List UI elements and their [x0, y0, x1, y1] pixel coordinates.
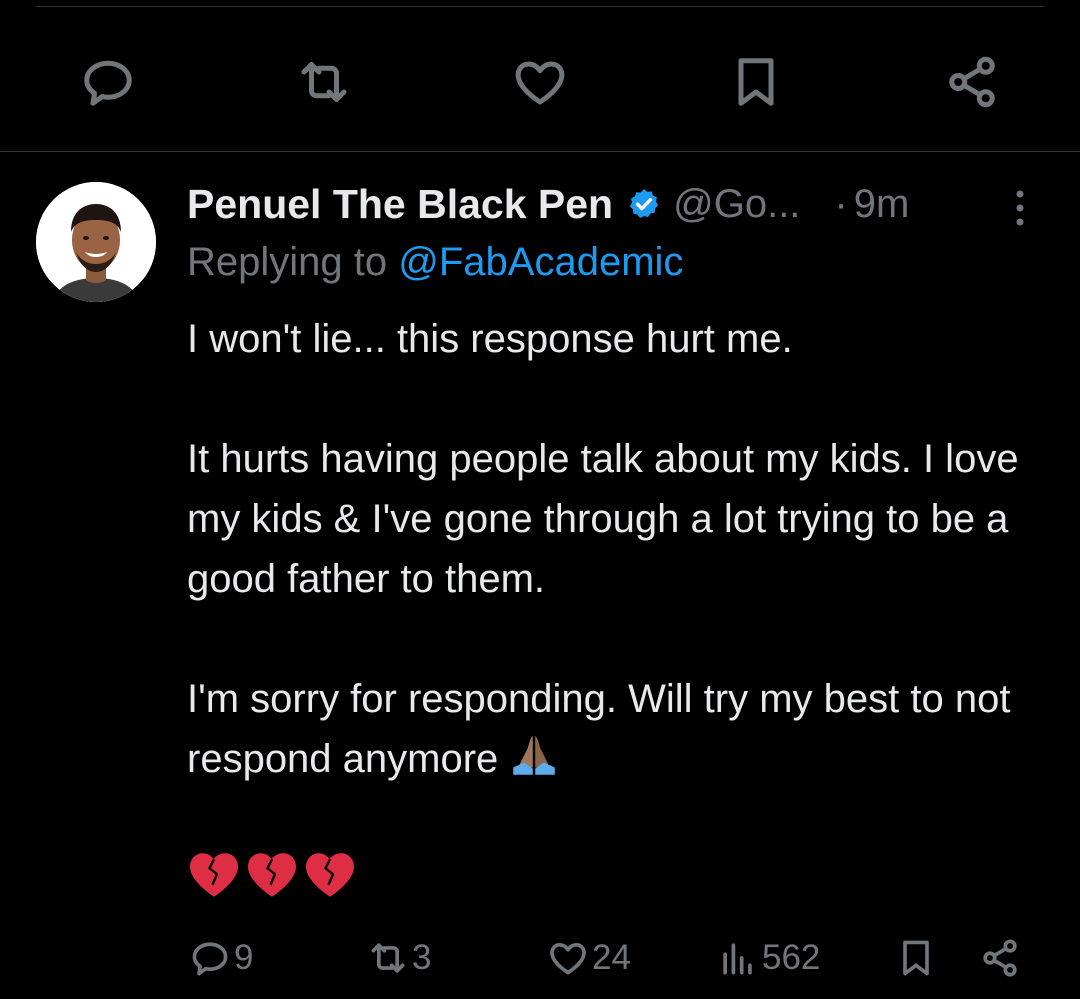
reply-button[interactable] [70, 44, 146, 120]
replying-prefix: Replying to [187, 240, 388, 284]
views-count: 562 [762, 938, 821, 977]
like-button[interactable] [502, 44, 578, 120]
reply-icon [84, 60, 132, 106]
share-icon [949, 56, 995, 108]
tweet-action-bar: 9 3 24 562 [0, 930, 1080, 986]
tweet-paragraph-3: I'm sorry for responding. Will try my be… [187, 669, 1047, 793]
like-icon [550, 942, 586, 975]
tweet-body: I won't lie... this response hurt me. It… [187, 309, 1047, 793]
verified-badge-icon [629, 189, 659, 219]
retweet-icon [371, 943, 405, 973]
views-button[interactable]: 562 [716, 930, 820, 986]
retweet-icon [301, 62, 347, 102]
parent-tweet-action-bar [0, 44, 1080, 120]
tweet-paragraph-3-text: I'm sorry for responding. Will try my be… [187, 677, 1011, 781]
tweet-paragraph-1: I won't lie... this response hurt me. [187, 317, 793, 361]
avatar[interactable] [36, 182, 156, 302]
display-name[interactable]: Penuel The Black Pen [187, 181, 613, 228]
avatar-photo [36, 182, 156, 302]
tweet-paragraph-2: It hurts having people talk about my kid… [187, 437, 1019, 601]
top-divider [36, 6, 1044, 7]
retweet-button[interactable]: 3 [366, 930, 431, 986]
section-divider [0, 151, 1080, 152]
replying-to-line: Replying to @FabAcademic [187, 240, 683, 285]
timestamp[interactable]: 9m [854, 182, 910, 227]
user-handle[interactable]: @Go... [673, 182, 800, 227]
retweet-count: 3 [412, 938, 432, 977]
bookmark-icon [738, 58, 774, 106]
like-count: 24 [592, 938, 631, 977]
bookmark-icon [903, 940, 929, 976]
separator-dot: · [834, 181, 848, 226]
share-button[interactable] [978, 930, 1022, 986]
broken-heart-emoji [190, 853, 238, 897]
like-icon [515, 61, 565, 105]
more-options-button[interactable] [1002, 184, 1038, 232]
reply-count: 9 [234, 938, 254, 977]
share-icon [983, 939, 1017, 977]
broken-heart-emoji [248, 853, 296, 897]
bookmark-button[interactable] [718, 44, 794, 120]
replying-to-link[interactable]: @FabAcademic [398, 240, 683, 284]
reply-icon [192, 942, 228, 976]
broken-hearts-row [187, 850, 357, 906]
retweet-button[interactable] [286, 44, 362, 120]
like-button[interactable]: 24 [546, 930, 631, 986]
tweet-header: Penuel The Black Pen @Go... · 9m [187, 176, 1047, 232]
bookmark-button[interactable] [894, 930, 938, 986]
broken-heart-emoji [306, 853, 354, 897]
views-icon [723, 943, 752, 975]
reply-button[interactable]: 9 [188, 930, 253, 986]
share-button[interactable] [934, 44, 1010, 120]
more-vertical-icon [1016, 190, 1024, 226]
folded-hands-emoji [509, 732, 559, 793]
